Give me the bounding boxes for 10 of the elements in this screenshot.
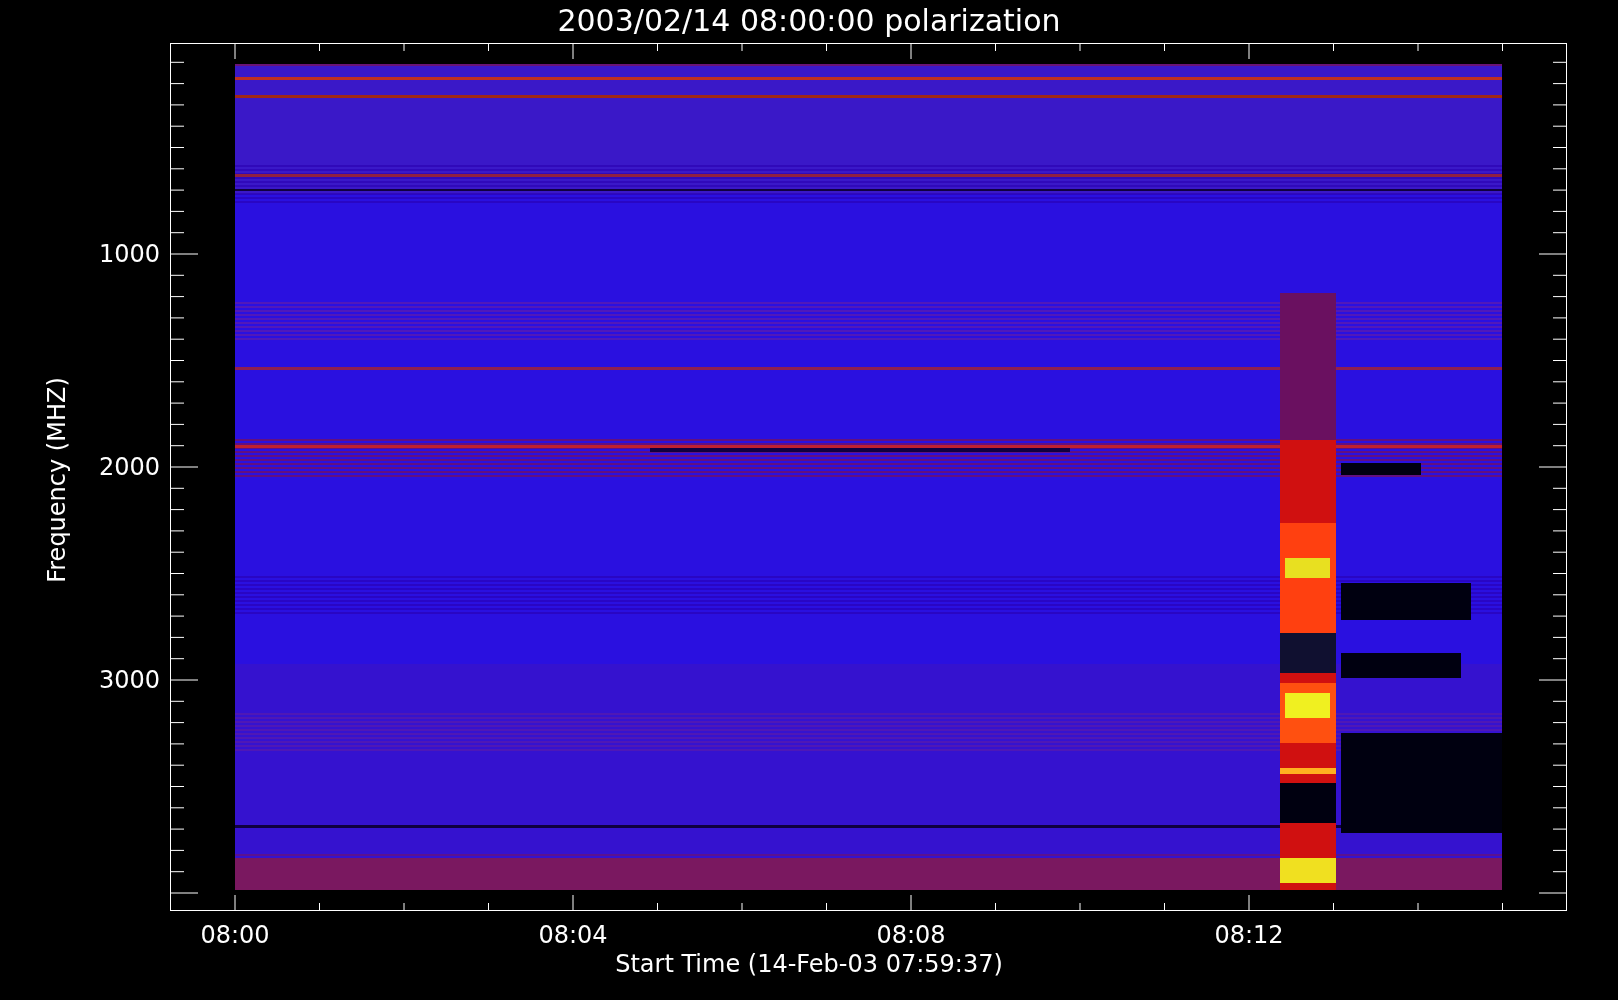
tick-label: 08:08	[875, 921, 947, 949]
plot-title: 2003/02/14 08:00:00 polarization	[557, 2, 1061, 40]
tick-label: 1000	[97, 240, 160, 268]
axis-label: Frequency (MHZ)	[43, 377, 71, 583]
axis-label: Start Time (14-Feb-03 07:59:37)	[615, 950, 1003, 978]
tick-label: 08:04	[537, 921, 609, 949]
tick-label: 08:00	[199, 921, 271, 949]
tick-label: 08:12	[1213, 921, 1285, 949]
tick-label: 3000	[97, 666, 160, 694]
tick-label: 2000	[97, 453, 160, 481]
